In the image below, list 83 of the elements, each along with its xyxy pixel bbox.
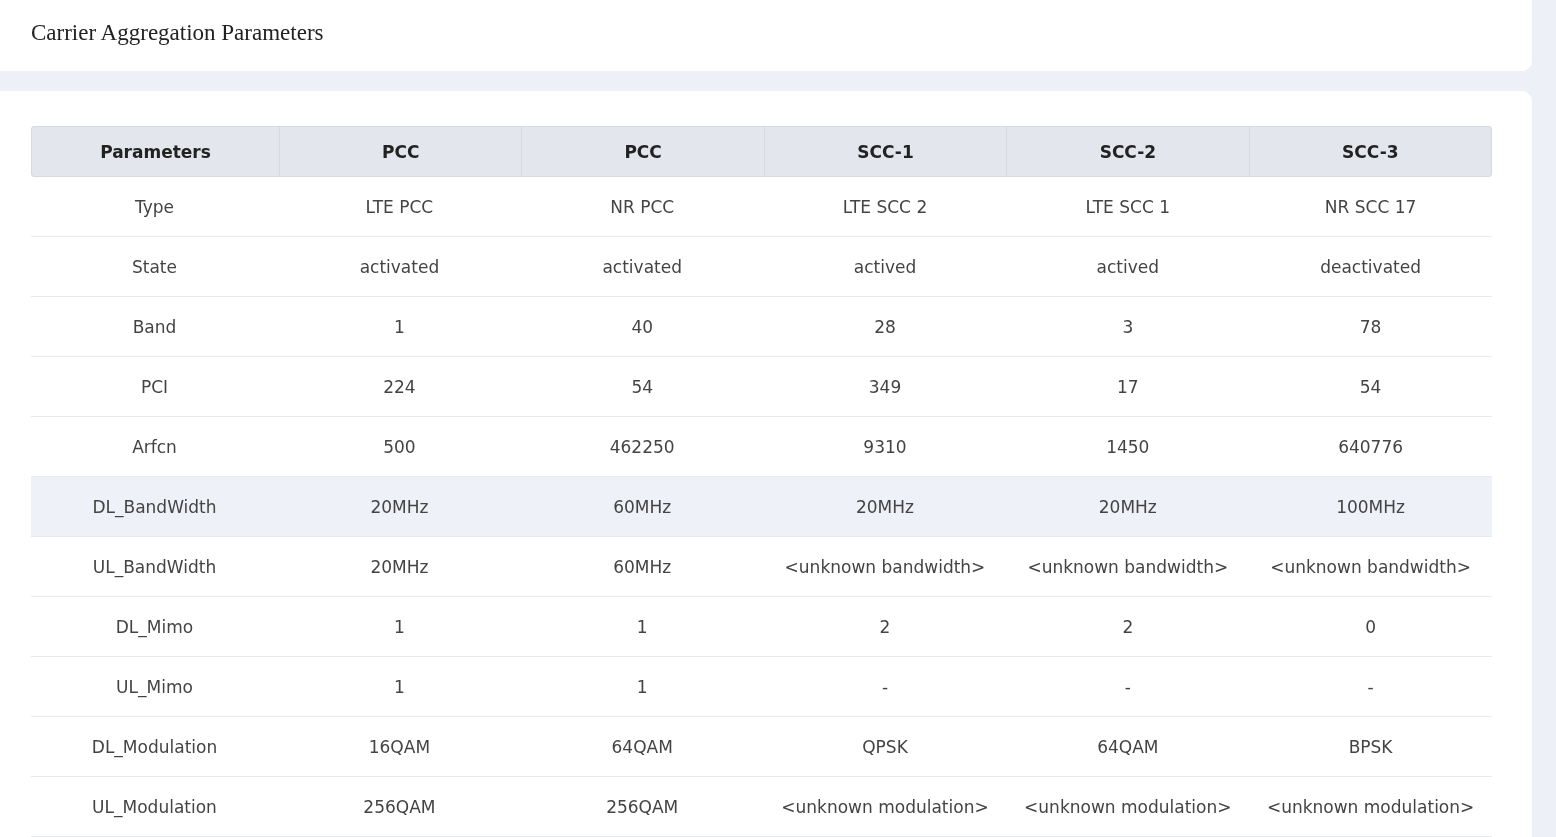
table-row[interactable]: DL_Modulation 16QAM 64QAM QPSK 64QAM BPSK [31, 717, 1492, 777]
table-row[interactable]: PCI 224 54 349 17 54 [31, 357, 1492, 417]
table-cell-text: 100MHz [1335, 495, 1406, 519]
table-row[interactable]: UL_Mimo 1 1 - - - [31, 657, 1492, 717]
table-cell-text: 60MHz [612, 495, 673, 519]
table-cell-text: DL_BandWidth [91, 495, 218, 520]
table-cell-text: 3 [1121, 315, 1135, 339]
table-cell-text: DL_Mimo [114, 615, 195, 640]
table-cell-text: 60MHz [612, 555, 673, 579]
table-cell-text: 20MHz [369, 495, 430, 519]
table-cell-text: 20MHz [1097, 495, 1158, 519]
table-cell-text: 9310 [862, 435, 908, 459]
table-cell-text: 78 [1358, 315, 1383, 339]
table-cell-text: Type [133, 195, 175, 219]
table-cell-text: LTE PCC [364, 195, 435, 219]
table-cell-text: 40 [630, 315, 654, 339]
table-cell-text: DL_Modulation [90, 735, 219, 760]
table-cell-text: - [1366, 675, 1375, 699]
table-cell-text: <unknown bandwidth> [783, 555, 987, 579]
table-cell-text: activated [601, 255, 683, 279]
table-cell-text: UL_Mimo [115, 675, 194, 700]
table-cell-text: <unknown modulation> [1023, 795, 1233, 819]
table-cell-text: actived [1095, 255, 1160, 279]
table-cell-text: 1 [393, 315, 406, 339]
table-row[interactable]: UL_BandWidth 20MHz 60MHz <unknown bandwidth> <unknown bandwidth> <unknown bandwidth> [31, 537, 1492, 597]
table-cell-text: 64QAM [610, 735, 674, 759]
column-header: Parameters [99, 140, 212, 164]
table-cell-text: LTE SCC 1 [1084, 195, 1171, 219]
table-cell-text: State [131, 255, 178, 279]
table-cell-text: 2 [1121, 615, 1135, 639]
table-cell-text: 256QAM [605, 795, 680, 819]
table-cell-text: 16QAM [367, 735, 432, 759]
table-cell-text: 54 [1358, 375, 1383, 399]
table-cell-text: 349 [867, 375, 903, 399]
table-cell-text: <unknown bandwidth> [1026, 555, 1230, 579]
table-cell-text: 2 [878, 615, 892, 639]
table-cell-text: 1450 [1105, 435, 1151, 459]
table-row[interactable]: DL_Mimo 1 1 2 2 0 [31, 597, 1492, 657]
table-cell-text: 1 [635, 615, 649, 639]
table-cell-text: 0 [1364, 615, 1377, 639]
column-header: SCC-3 [1248, 127, 1491, 176]
table-cell-text: deactivated [1319, 255, 1422, 279]
table-row[interactable]: UL_Modulation 256QAM 256QAM <unknown modulation> <unknown modulation> <unknown modulation> [31, 777, 1492, 837]
table-cell-text: 20MHz [369, 555, 430, 579]
table-cell-text: actived [852, 255, 918, 279]
table-cell-text: PCI [139, 375, 170, 399]
column-header: SCC-2 [1006, 127, 1249, 176]
table-cell-text: 462250 [608, 435, 676, 459]
table-cell-text: 640776 [1337, 435, 1405, 459]
table-cell-text: 28 [873, 315, 897, 339]
table-cell-text: <unknown modulation> [1265, 795, 1476, 819]
table-cell-text: - [880, 675, 890, 699]
table-cell-text: UL_Modulation [91, 795, 218, 820]
table-cell-text: 1 [393, 675, 406, 699]
table-cell-text: NR SCC 17 [1323, 195, 1418, 219]
table-cell-text: BPSK [1347, 735, 1394, 759]
table-cell-text: NR PCC [609, 195, 676, 219]
table-cell-text: 54 [630, 375, 654, 399]
page-title: Carrier Aggregation Parameters [31, 19, 324, 46]
table-cell-text: 20MHz [855, 495, 915, 519]
table-cell-text: Band [131, 315, 178, 339]
table-cell-text: 1 [635, 675, 649, 699]
table-row[interactable]: Band 1 40 28 3 78 [31, 297, 1492, 357]
table-cell-text: 1 [393, 615, 406, 639]
table-cell-text: - [1123, 675, 1132, 699]
table-cell-text: 500 [382, 435, 417, 459]
table-cell-text: LTE SCC 2 [841, 195, 929, 219]
table-cell-text: QPSK [861, 735, 909, 759]
column-header: PCC [279, 127, 522, 176]
table-cell-text: activated [358, 255, 441, 279]
table-cell-text: 17 [1115, 375, 1140, 399]
table-cell-text: 256QAM [362, 795, 437, 819]
column-header: PCC [521, 127, 764, 176]
column-header: SCC-1 [763, 127, 1007, 176]
table-cell-text: Arfcn [131, 435, 178, 459]
table-row[interactable]: State activated activated actived actived deactivated [31, 237, 1492, 297]
table-row[interactable]: DL_BandWidth 20MHz 60MHz 20MHz 20MHz 100MHz [31, 477, 1492, 537]
table-cell-text: <unknown bandwidth> [1269, 555, 1472, 579]
table-cell-text: <unknown modulation> [780, 795, 990, 819]
table-row[interactable]: Type LTE PCC NR PCC LTE SCC 2 LTE SCC 1 NR SCC 17 [31, 177, 1492, 237]
table-cell-text: 224 [382, 375, 417, 399]
table-cell-text: 64QAM [1096, 735, 1160, 759]
table-cell-text: UL_BandWidth [91, 555, 218, 580]
